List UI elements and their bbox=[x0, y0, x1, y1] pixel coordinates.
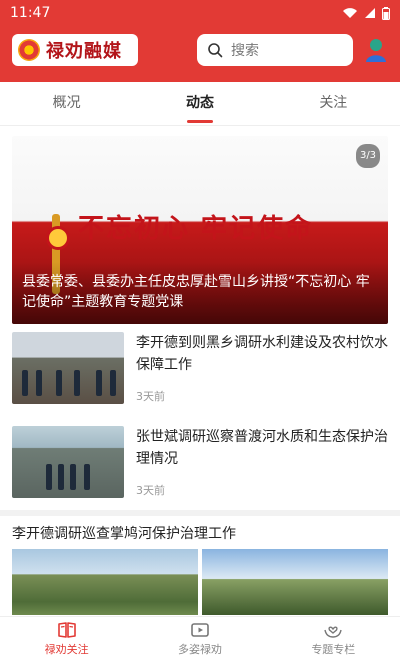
news-time: 3天前 bbox=[136, 484, 165, 497]
person-figure bbox=[22, 370, 28, 396]
nav-special-topics[interactable]: 专题专栏 bbox=[267, 617, 400, 660]
logo-emblem-icon bbox=[18, 39, 40, 61]
person-figure bbox=[58, 464, 64, 490]
search-icon bbox=[208, 43, 223, 58]
party-emblem-icon bbox=[46, 226, 70, 250]
gallery-news-title[interactable]: 李开德调研巡查掌鸠河保护治理工作 bbox=[12, 523, 388, 543]
nav-label: 专题专栏 bbox=[311, 642, 356, 656]
tab-news[interactable]: 动态 bbox=[133, 82, 266, 125]
person-figure bbox=[56, 370, 62, 396]
person-figure bbox=[96, 370, 102, 396]
news-body: 张世斌调研巡察普渡河水质和生态保护治理情况 3天前 bbox=[136, 426, 388, 498]
app-header: 11:47 禄劝融媒 搜索 bbox=[0, 0, 400, 82]
app-bar: 禄劝融媒 搜索 bbox=[0, 30, 400, 70]
news-title: 李开德到则黑乡调研水利建设及农村饮水保障工作 bbox=[136, 335, 388, 373]
banner-page-indicator: 3/3 bbox=[356, 144, 380, 168]
section-divider bbox=[0, 510, 400, 516]
news-thumbnail bbox=[12, 426, 124, 498]
gallery-images[interactable] bbox=[12, 549, 388, 615]
battery-icon bbox=[382, 6, 390, 20]
nav-label: 禄劝关注 bbox=[44, 642, 89, 656]
status-bar: 11:47 bbox=[0, 0, 400, 26]
app-logo[interactable]: 禄劝融媒 bbox=[12, 34, 138, 66]
nav-luquan-focus[interactable]: 禄劝关注 bbox=[0, 617, 133, 660]
search-placeholder: 搜索 bbox=[231, 43, 259, 59]
hands-heart-icon bbox=[324, 626, 342, 638]
tab-overview[interactable]: 概况 bbox=[0, 82, 133, 125]
bottom-nav: 禄劝关注 多姿禄劝 专题专栏 bbox=[0, 616, 400, 660]
video-icon bbox=[191, 622, 209, 637]
logo-text: 禄劝融媒 bbox=[46, 41, 122, 62]
news-time: 3天前 bbox=[136, 390, 165, 403]
person-figure bbox=[70, 464, 76, 490]
section-tabs: 概况 动态 关注 bbox=[0, 82, 400, 126]
banner-carousel[interactable]: 不忘初心 牢记使命 3/3 县委常委、县委办主任皮忠厚赴雪山乡讲授“不忘初心 牢… bbox=[12, 136, 388, 324]
news-title: 张世斌调研巡察普渡河水质和生态保护治理情况 bbox=[136, 429, 388, 467]
news-thumbnail bbox=[12, 332, 124, 404]
banner-caption: 县委常委、县委办主任皮忠厚赴雪山乡讲授“不忘初心 牢记使命”主题教育专题党课 bbox=[12, 262, 388, 324]
book-icon bbox=[57, 621, 76, 638]
person-figure bbox=[46, 464, 52, 490]
gallery-image bbox=[202, 549, 388, 615]
gallery-image bbox=[12, 549, 198, 615]
news-item[interactable]: 李开德到则黑乡调研水利建设及农村饮水保障工作 3天前 bbox=[12, 332, 388, 404]
news-item[interactable]: 张世斌调研巡察普渡河水质和生态保护治理情况 3天前 bbox=[12, 426, 388, 498]
nav-colorful-luquan[interactable]: 多姿禄劝 bbox=[133, 617, 266, 660]
profile-icon[interactable] bbox=[364, 38, 388, 62]
nav-label: 多姿禄劝 bbox=[177, 642, 222, 656]
banner-slogan: 不忘初心 牢记使命 bbox=[78, 214, 314, 244]
status-icons bbox=[342, 6, 390, 20]
person-figure bbox=[84, 464, 90, 490]
tab-follow[interactable]: 关注 bbox=[267, 82, 400, 125]
search-bar[interactable]: 搜索 bbox=[197, 34, 353, 66]
status-time: 11:47 bbox=[10, 5, 51, 21]
wifi-icon bbox=[343, 8, 357, 18]
person-figure bbox=[74, 370, 80, 396]
news-body: 李开德到则黑乡调研水利建设及农村饮水保障工作 3天前 bbox=[136, 332, 388, 404]
signal-icon bbox=[365, 8, 375, 18]
person-figure bbox=[36, 370, 42, 396]
person-figure bbox=[110, 370, 116, 396]
